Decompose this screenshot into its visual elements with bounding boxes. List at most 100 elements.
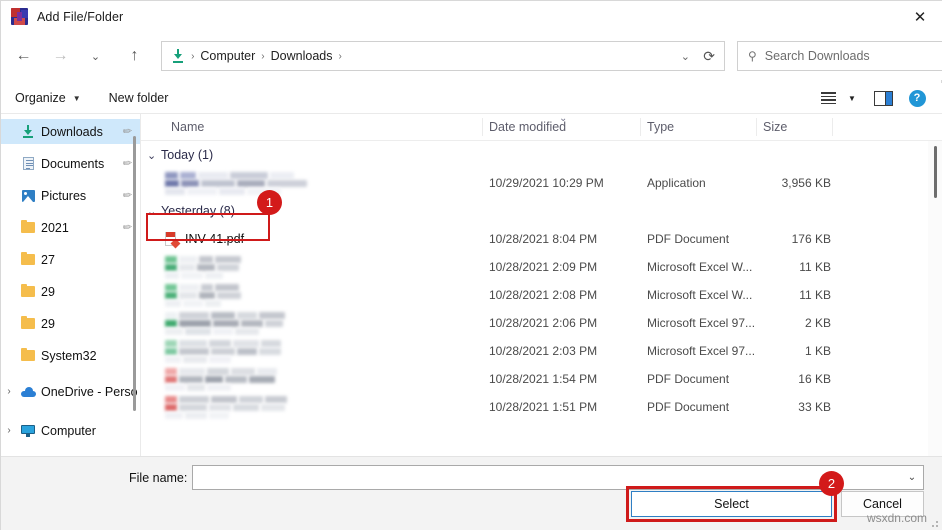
sidebar-item-pictures[interactable]: Pictures ✐ — [1, 183, 141, 208]
sidebar-item-label: 29 — [41, 317, 55, 331]
search-placeholder: Search Downloads — [765, 49, 870, 63]
recent-locations-icon[interactable]: ⌄ — [81, 41, 110, 71]
forward-icon[interactable]: → — [46, 41, 75, 71]
blurred-file-name — [165, 284, 241, 307]
up-icon[interactable]: ↑ — [120, 41, 149, 71]
pin-icon: ✐ — [119, 220, 134, 236]
new-folder-button[interactable]: New folder — [109, 91, 169, 105]
folder-icon — [17, 254, 39, 265]
close-icon[interactable]: ✕ — [897, 1, 942, 32]
file-size-cell: 16 KB — [763, 372, 831, 386]
organize-label: Organize — [15, 91, 66, 105]
file-type-cell: Microsoft Excel W... — [647, 260, 752, 274]
file-type-cell: Microsoft Excel W... — [647, 288, 752, 302]
sidebar-item-documents[interactable]: Documents ✐ — [1, 151, 141, 176]
group-label: Today (1) — [161, 148, 213, 162]
toolbar: Organize ▼ New folder ▼ ? — [1, 83, 942, 114]
table-row[interactable]: 10/28/2021 1:51 PM PDF Document 33 KB — [141, 393, 942, 421]
file-size-cell: 1 KB — [763, 344, 831, 358]
column-header-date-modified[interactable]: Date modified — [489, 120, 566, 134]
table-row[interactable]: 10/28/2021 1:54 PM PDF Document 16 KB — [141, 365, 942, 393]
file-name-input[interactable] — [197, 467, 901, 488]
breadcrumb-separator: › — [338, 51, 341, 62]
sidebar-item-onedrive[interactable]: › OneDrive - Perso — [1, 379, 141, 404]
annotation-badge-2: 2 — [819, 471, 844, 496]
file-name-cell — [165, 340, 281, 363]
search-icon: ⚲ — [748, 49, 757, 63]
organize-button[interactable]: Organize ▼ — [15, 91, 81, 105]
blurred-file-name — [165, 172, 307, 195]
document-icon — [17, 157, 39, 170]
folder-icon — [17, 318, 39, 329]
group-label: Yesterday (8) — [161, 204, 235, 218]
pin-icon: ✐ — [119, 156, 134, 172]
sidebar-item-label: Downloads — [41, 125, 103, 139]
file-type-cell: Microsoft Excel 97... — [647, 344, 755, 358]
file-date-cell: 10/28/2021 1:54 PM — [489, 372, 597, 386]
column-header-size[interactable]: Size — [763, 120, 787, 134]
table-row[interactable]: 10/28/2021 2:08 PM Microsoft Excel W... … — [141, 281, 942, 309]
chevron-down-icon[interactable]: ▼ — [841, 94, 863, 103]
breadcrumb-downloads[interactable]: Downloads — [271, 49, 333, 63]
help-icon[interactable]: ? — [903, 90, 931, 107]
chevron-down-icon: ▼ — [73, 94, 81, 103]
file-size-cell: 3,956 KB — [763, 176, 831, 190]
chevron-down-icon[interactable]: ⌄ — [901, 472, 923, 483]
file-date-cell: 10/28/2021 2:09 PM — [489, 260, 597, 274]
expand-chevron-icon[interactable]: › — [1, 425, 17, 436]
address-bar[interactable]: › Computer › Downloads › ⌄ ⟳ — [161, 41, 725, 71]
preview-pane-icon[interactable] — [863, 91, 903, 106]
file-name-cell — [165, 172, 307, 195]
sidebar-item-29-b[interactable]: 29 — [1, 311, 141, 336]
sidebar-item-27[interactable]: 27 — [1, 247, 141, 272]
file-date-cell: 10/28/2021 2:08 PM — [489, 288, 597, 302]
watermark: wsxdn.com — [867, 511, 927, 525]
folder-icon — [17, 222, 39, 233]
table-row[interactable]: 10/28/2021 2:03 PM Microsoft Excel 97...… — [141, 337, 942, 365]
inv-41-file-row[interactable]: INV-41.pdf 10/28/2021 8:04 PM PDF Docume… — [141, 225, 942, 253]
search-box[interactable]: ⚲ Search Downloads — [737, 41, 942, 71]
file-list-scrollbar-thumb[interactable] — [934, 146, 937, 198]
sidebar-item-system32[interactable]: System32 — [1, 343, 141, 368]
file-date-cell: 10/28/2021 1:51 PM — [489, 400, 597, 414]
sidebar-item-2021[interactable]: 2021 ✐ — [1, 215, 141, 240]
file-name-combobox[interactable]: ⌄ — [192, 465, 924, 490]
resize-grip[interactable] — [928, 517, 938, 527]
breadcrumb-separator: › — [261, 51, 264, 62]
file-type-cell: PDF Document — [647, 232, 729, 246]
expand-chevron-icon[interactable]: › — [1, 386, 17, 397]
table-row[interactable]: 10/28/2021 2:09 PM Microsoft Excel W... … — [141, 253, 942, 281]
file-size-cell: 11 KB — [763, 260, 831, 274]
file-type-cell: PDF Document — [647, 372, 729, 386]
folder-icon — [17, 286, 39, 297]
file-name-label: INV-41.pdf — [185, 232, 244, 246]
sidebar-item-downloads[interactable]: Downloads ✐ — [1, 119, 141, 144]
select-button[interactable]: Select — [631, 491, 832, 517]
refresh-icon[interactable]: ⟳ — [703, 48, 715, 65]
file-group-header-today[interactable]: ⌄ Today (1) — [141, 141, 942, 169]
sidebar-item-label: System32 — [41, 349, 97, 363]
column-header-name[interactable]: Name — [171, 120, 204, 134]
dialog-body: Downloads ✐ Documents ✐ Pictures ✐ — [1, 114, 942, 456]
column-header-type[interactable]: Type — [647, 120, 674, 134]
file-size-cell: 11 KB — [763, 288, 831, 302]
navigation-sidebar: Downloads ✐ Documents ✐ Pictures ✐ — [1, 114, 141, 456]
file-type-cell: PDF Document — [647, 400, 729, 414]
file-date-cell: 10/28/2021 8:04 PM — [489, 232, 597, 246]
sidebar-scrollbar[interactable] — [133, 136, 136, 411]
sidebar-item-label: 29 — [41, 285, 55, 299]
column-header-row: Name Date modified Type Size ⌄ — [141, 114, 942, 141]
sidebar-item-computer[interactable]: › Computer — [1, 418, 141, 443]
table-row[interactable]: 10/28/2021 2:06 PM Microsoft Excel 97...… — [141, 309, 942, 337]
address-history-icon[interactable]: ⌄ — [681, 50, 690, 63]
back-icon[interactable]: ← — [9, 41, 38, 71]
list-view-icon[interactable] — [815, 92, 841, 104]
sidebar-item-29-a[interactable]: 29 — [1, 279, 141, 304]
breadcrumb-computer[interactable]: Computer — [200, 49, 255, 63]
toolbar-right-group: ▼ ? — [815, 90, 931, 107]
blurred-file-name — [165, 256, 241, 279]
collapse-chevron-icon: ⌄ — [147, 149, 161, 162]
annotation-badge-1: 1 — [257, 190, 282, 215]
file-list: Name Date modified Type Size ⌄ ⌄ Today (… — [141, 114, 942, 456]
sort-ascending-icon: ⌄ — [559, 114, 567, 124]
